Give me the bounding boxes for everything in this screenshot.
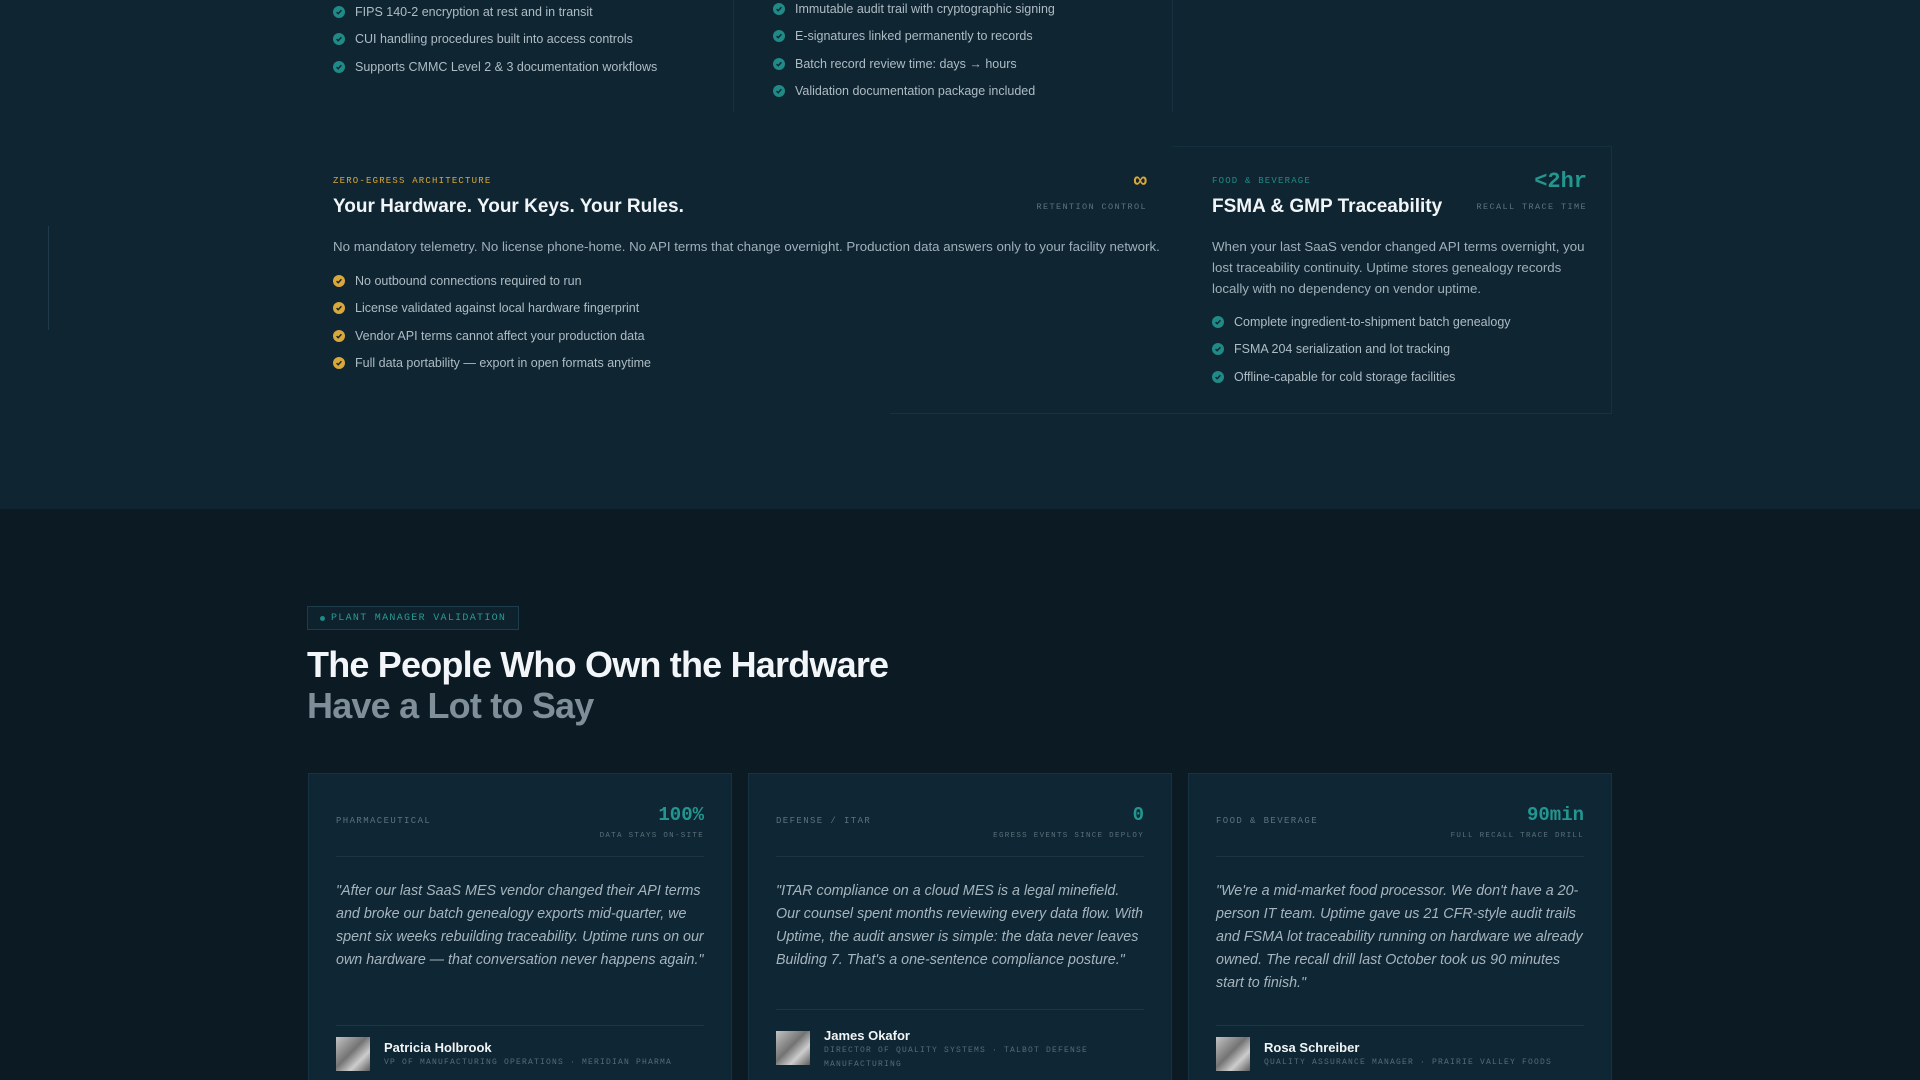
check-icon (333, 274, 345, 287)
pill-label: PLANT MANAGER VALIDATION (331, 612, 507, 624)
list-item-text: Validation documentation package include… (795, 84, 1036, 99)
testimonial-stat-label: EGRESS EVENTS SINCE DEPLOY (993, 832, 1144, 840)
list-item-text: E-signatures linked permanently to recor… (795, 29, 1033, 44)
list-item-text: No outbound connections required to run (355, 273, 582, 288)
testimonial-industry: DEFENSE / ITAR (776, 816, 872, 826)
list-item-text: Vendor API terms cannot affect your prod… (355, 328, 645, 343)
list-item-text: Complete ingredient-to-shipment batch ge… (1234, 314, 1511, 329)
check-icon (333, 302, 345, 315)
check-icon (333, 357, 345, 370)
divider (336, 1025, 704, 1026)
testimonial-card: FOOD & BEVERAGE 90min FULL RECALL TRACE … (1188, 773, 1612, 1080)
check-icon (333, 5, 345, 18)
list-item: Supports CMMC Level 2 & 3 documentation … (333, 53, 657, 81)
list-item-text: FIPS 140-2 encryption at rest and in tra… (355, 4, 593, 19)
zero-egress-card: ZERO-EGRESS ARCHITECTURE Your Hardware. … (308, 146, 1172, 414)
list-item: E-signatures linked permanently to recor… (773, 23, 1055, 51)
list-item-text: Batch record review time: days → hours (795, 56, 1017, 71)
list-item-text: Full data portability — export in open f… (355, 356, 651, 371)
list-item: FIPS 140-2 encryption at rest and in tra… (333, 0, 657, 26)
card-description: No mandatory telemetry. No license phone… (333, 239, 1160, 254)
divider (1216, 1025, 1584, 1026)
testimonial-stat-label: FULL RECALL TRACE DRILL (1450, 832, 1584, 840)
check-icon (333, 329, 345, 342)
testimonial-industry: PHARMACEUTICAL (336, 816, 432, 826)
card-title: Your Hardware. Your Keys. Your Rules. (333, 196, 684, 217)
list-item: Full data portability — export in open f… (333, 350, 651, 378)
testimonial-stat-label: DATA STAYS ON-SITE (599, 832, 704, 840)
dot-icon (320, 615, 325, 621)
card-feature-list: Complete ingredient-to-shipment batch ge… (1212, 308, 1511, 391)
avatar (1216, 1037, 1250, 1071)
stat-value: <2hr (1534, 169, 1587, 194)
list-item-text: Offline-capable for cold storage facilit… (1234, 369, 1456, 384)
list-item: FSMA 204 serialization and lot tracking (1212, 336, 1511, 364)
list-item-text: Immutable audit trail with cryptographic… (795, 1, 1055, 16)
testimonial-quote: "ITAR compliance on a cloud MES is a leg… (776, 883, 1143, 968)
card-eyebrow: FOOD & BEVERAGE (1212, 176, 1312, 186)
avatar (336, 1037, 370, 1071)
stat-label: RECALL TRACE TIME (1476, 202, 1587, 212)
feature-list-middle: Immutable audit trail with cryptographic… (773, 0, 1055, 105)
check-icon (773, 85, 785, 98)
list-item-text: Supports CMMC Level 2 & 3 documentation … (355, 59, 658, 74)
list-item: Vendor API terms cannot affect your prod… (333, 322, 651, 350)
list-item: CUI handling procedures built into acces… (333, 26, 657, 54)
testimonial-industry: FOOD & BEVERAGE (1216, 816, 1319, 826)
testimonial-stat-value: 100% (658, 804, 704, 826)
list-item: Immutable audit trail with cryptographic… (773, 0, 1055, 23)
section-pill: PLANT MANAGER VALIDATION (307, 606, 520, 630)
author-name: Patricia Holbrook (384, 1040, 492, 1055)
list-item-text: FSMA 204 serialization and lot tracking (1234, 342, 1451, 357)
testimonial-stat-value: 0 (1132, 804, 1144, 826)
column-divider (1172, 0, 1173, 112)
divider (1216, 856, 1584, 857)
author-role: QUALITY ASSURANCE MANAGER · PRAIRIE VALL… (1264, 1058, 1553, 1067)
list-item: Validation documentation package include… (773, 78, 1055, 106)
stat-value: ∞ (1133, 169, 1147, 194)
author-name: Rosa Schreiber (1264, 1040, 1360, 1055)
author-role: DIRECTOR OF QUALITY SYSTEMS · TALBOT DEF… (824, 1046, 1089, 1069)
testimonial-stat-value: 90min (1526, 804, 1584, 826)
list-item: License validated against local hardware… (333, 295, 651, 323)
feature-list-left: FIPS 140-2 encryption at rest and in tra… (333, 0, 657, 81)
card-description: When your last SaaS vendor changed API t… (1212, 239, 1585, 296)
check-icon (773, 2, 785, 15)
list-item: No outbound connections required to run (333, 267, 651, 295)
divider (776, 1009, 1144, 1010)
avatar (776, 1031, 810, 1065)
decorative-divider (48, 226, 49, 330)
author-role: VP OF MANUFACTURING OPERATIONS · MERIDIA… (384, 1058, 673, 1067)
list-item: Complete ingredient-to-shipment batch ge… (1212, 308, 1511, 336)
section-subheading: Have a Lot to Say (307, 685, 594, 726)
list-item: Batch record review time: days → hours (773, 50, 1055, 78)
check-icon (333, 33, 345, 46)
testimonial-card: PHARMACEUTICAL 100% DATA STAYS ON-SITE "… (308, 773, 732, 1080)
check-icon (1212, 343, 1224, 356)
testimonial-quote: "After our last SaaS MES vendor changed … (336, 883, 704, 968)
card-bottom-border (890, 413, 1172, 414)
card-eyebrow: ZERO-EGRESS ARCHITECTURE (333, 176, 492, 186)
check-icon (773, 30, 785, 43)
check-icon (1212, 315, 1224, 328)
card-feature-list: No outbound connections required to run … (333, 267, 651, 377)
column-divider (733, 0, 734, 112)
divider (336, 856, 704, 857)
testimonial-card: DEFENSE / ITAR 0 EGRESS EVENTS SINCE DEP… (748, 773, 1172, 1080)
fsma-card: FOOD & BEVERAGE FSMA & GMP Traceability … (1172, 146, 1612, 414)
testimonial-quote: "We're a mid-market food processor. We d… (1216, 883, 1583, 991)
stat-label: RETENTION CONTROL (1036, 202, 1147, 212)
card-title: FSMA & GMP Traceability (1212, 196, 1443, 217)
author-name: James Okafor (824, 1028, 910, 1043)
list-item: Offline-capable for cold storage facilit… (1212, 363, 1511, 391)
section-heading: The People Who Own the Hardware (307, 644, 889, 685)
divider (776, 856, 1144, 857)
check-icon (773, 57, 785, 70)
check-icon (1212, 370, 1224, 383)
check-icon (333, 60, 345, 73)
list-item-text: License validated against local hardware… (355, 301, 640, 316)
list-item-text: CUI handling procedures built into acces… (355, 32, 633, 47)
